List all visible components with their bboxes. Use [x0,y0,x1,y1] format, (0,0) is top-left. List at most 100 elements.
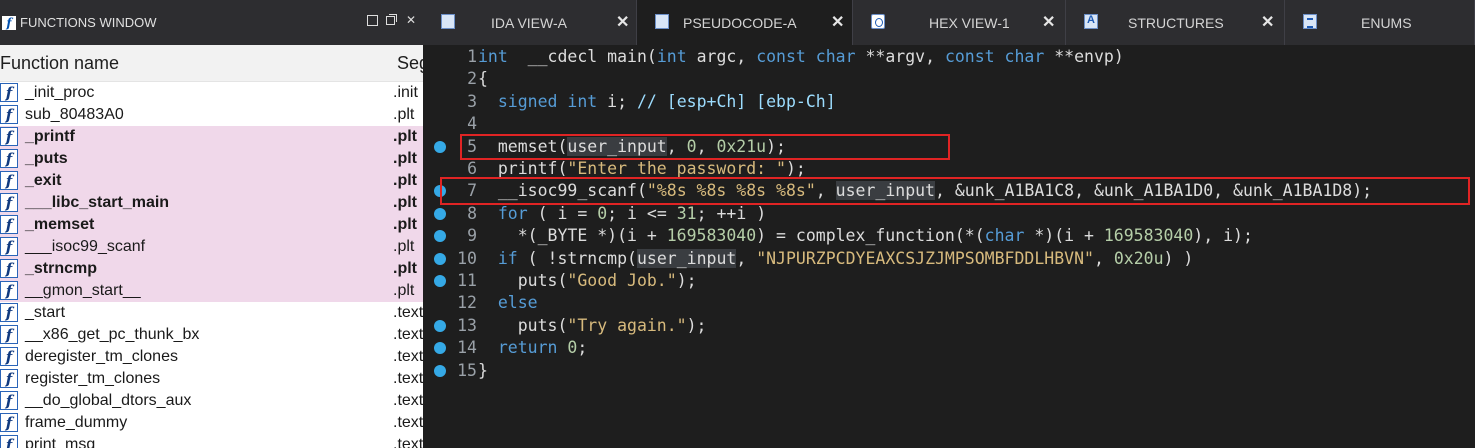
function-row[interactable]: f _printf .plt [0,126,423,148]
code-text: int __cdecl main(int argc, const char **… [478,47,1124,66]
maximize-icon[interactable] [367,15,378,26]
code-token: "Good Job." [567,271,677,290]
hex-view-icon [871,14,885,29]
code-token: char [984,226,1025,246]
code-line[interactable]: 4 [423,113,1475,135]
function-name: __do_global_dtors_aux [25,392,192,409]
restore-icon[interactable] [386,14,397,25]
tab-hex-view-1[interactable]: HEX VIEW-1 ✕ [853,0,1066,45]
function-row[interactable]: f _start .text [0,302,423,324]
function-row[interactable]: f sub_80483A0 .plt [0,104,423,126]
function-name: print_msg [25,436,96,448]
code-token: argc, [686,47,757,66]
function-row[interactable]: f __do_global_dtors_aux .text [0,390,423,412]
function-row[interactable]: f register_tm_clones .text [0,368,423,390]
code-text: memset(user_input, 0, 0x21u); [478,136,786,156]
code-token: 0x21u [716,136,767,156]
code-token: user_input [567,136,667,156]
function-row[interactable]: f ___libc_start_main .plt [0,192,423,214]
enums-icon [1303,14,1317,29]
function-row[interactable]: f __gmon_start__ .plt [0,280,423,302]
function-icon: f [0,149,18,168]
function-name: register_tm_clones [25,370,161,387]
code-line[interactable]: 7 __isoc99_scanf("%8s %8s %8s %8s", user… [423,180,1475,202]
function-row[interactable]: f _puts .plt [0,148,423,170]
tab-label: HEX VIEW-1 [929,15,1010,31]
function-row[interactable]: f _exit .plt [0,170,423,192]
function-name: deregister_tm_clones [25,348,178,365]
breakpoint-dot-icon[interactable] [434,319,446,332]
code-token: ; ++i ) [696,203,767,223]
code-token: ) ) [1163,248,1194,268]
line-number: 15 [457,360,477,380]
function-row[interactable]: f deregister_tm_clones .text [0,346,423,368]
function-row[interactable]: f __x86_get_pc_thunk_bx .text [0,324,423,346]
function-row[interactable]: f ___isoc99_scanf .plt [0,236,423,258]
functions-window-titlebar: f FUNCTIONS WINDOW ✕ [0,0,423,45]
close-icon[interactable]: ✕ [405,14,417,26]
code-line[interactable]: 10 if ( !strncmp(user_input, "NJPURZPCDY… [423,248,1475,270]
breakpoint-dot-icon[interactable] [434,252,446,265]
function-name: ___isoc99_scanf [25,238,146,255]
function-row[interactable]: f _memset .plt [0,214,423,236]
function-row[interactable]: f print_msg .text [0,434,423,448]
function-name: _strncmp [25,260,98,277]
function-segment: .text [393,326,423,343]
line-number: 6 [467,159,477,178]
line-number: 8 [467,203,477,223]
code-token: else [497,293,538,313]
code-token: memset( [478,136,568,156]
code-line[interactable]: 6 printf("Enter the password: "); [423,158,1475,180]
breakpoint-dot-icon[interactable] [434,342,446,355]
tab-close-icon[interactable]: ✕ [831,12,844,32]
breakpoint-dot-icon[interactable] [434,230,446,243]
code-token: **envp) [1044,47,1124,66]
breakpoint-dot-icon[interactable] [434,140,446,153]
code-token: int [656,47,687,66]
code-line[interactable]: 1 int __cdecl main(int argc, const char *… [423,46,1475,68]
function-segment: .text [393,436,423,448]
breakpoint-dot-icon[interactable] [434,185,446,198]
breakpoint-dot-icon[interactable] [434,275,446,287]
code-token: puts( [478,271,568,290]
breakpoint-dot-icon[interactable] [434,364,446,377]
line-number: 7 [467,181,477,201]
function-row[interactable]: f _strncmp .plt [0,258,423,280]
code-line[interactable]: 9 *(_BYTE *)(i + 169583040) = complex_fu… [423,225,1475,247]
code-token: ), i); [1193,226,1253,246]
function-segment: .text [393,304,423,321]
code-line[interactable]: 5 memset(user_input, 0, 0x21u); [423,136,1475,158]
function-name: sub_80483A0 [25,106,124,123]
code-token: ( i = [527,203,598,223]
function-icon: f [0,83,18,102]
tab-close-icon[interactable]: ✕ [1042,12,1055,32]
code-line[interactable]: 12 else [423,292,1475,314]
column-header-function-name[interactable]: Function name [0,53,119,74]
breakpoint-dot-icon[interactable] [434,207,446,220]
code-line[interactable]: 2{ [423,68,1475,90]
pseudocode-editor[interactable]: 1 int __cdecl main(int argc, const char *… [423,45,1475,448]
tab-structures[interactable]: STRUCTURES ✕ [1066,0,1285,45]
tab-close-icon[interactable]: ✕ [1261,12,1274,32]
function-segment: .plt [393,238,415,255]
code-line[interactable]: 3 signed int i; // [esp+Ch] [ebp-Ch] [423,91,1475,113]
tab-close-icon[interactable]: ✕ [616,12,629,32]
tab-ida-view-a[interactable]: IDA VIEW-A ✕ [423,0,637,45]
column-header-segment[interactable]: Seg [397,53,423,74]
tab-enums[interactable]: ENUMS [1285,0,1475,45]
function-row[interactable]: f _init_proc .init [0,82,423,104]
code-line[interactable]: 11 puts("Good Job."); [423,270,1475,292]
function-row[interactable]: f frame_dummy .text [0,412,423,434]
code-token: ; [577,338,588,358]
tab-pseudocode-a[interactable]: PSEUDOCODE-A ✕ [637,0,853,45]
function-icon: f [0,105,18,124]
code-line[interactable]: 13 puts("Try again."); [423,315,1475,337]
code-line[interactable]: 14 return 0; [423,337,1475,359]
functions-window: f FUNCTIONS WINDOW ✕ Function name Seg f… [0,0,423,448]
functions-window-title: FUNCTIONS WINDOW [20,15,157,30]
code-line[interactable]: 15} [423,360,1475,382]
code-token: ( !strncmp( [517,248,637,268]
code-line[interactable]: 8 for ( i = 0; i <= 31; ++i ) [423,203,1475,225]
function-name: ___libc_start_main [25,194,170,211]
